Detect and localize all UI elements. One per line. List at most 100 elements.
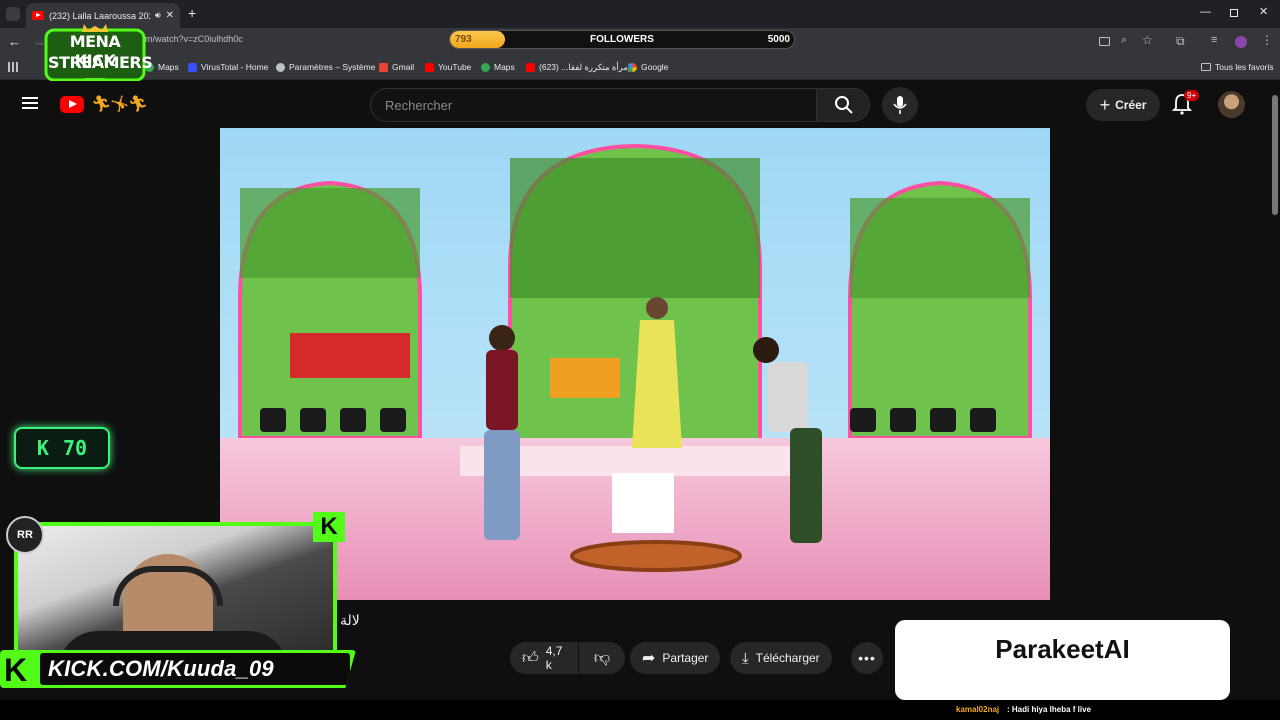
kick-channel-url: KICK.COM/Kuuda_09 [48, 656, 274, 681]
kick-viewer-counter: K 70 [14, 427, 110, 469]
search-placeholder: Rechercher [385, 98, 453, 113]
zoom-icon[interactable]: ⌕ [1121, 34, 1127, 47]
tab-search-icon[interactable] [6, 7, 20, 21]
person-left [484, 325, 520, 540]
apps-grid-icon[interactable] [8, 62, 18, 72]
youtube-logo-icon[interactable] [60, 96, 84, 113]
bookmark-google[interactable]: Google [628, 62, 668, 72]
bookmark-parametres[interactable]: Paramètres – Système [276, 62, 375, 72]
bookmark-arabic-video[interactable]: إمرأة متكررة لفقا... (623) [526, 62, 630, 73]
chat-username: kamal02naj [956, 705, 1000, 714]
virustotal-icon [188, 62, 197, 72]
browser-menu-icon[interactable]: ⋮ [1261, 33, 1273, 47]
bookmark-label: إمرأة متكررة لفقا... (623) [539, 62, 631, 72]
like-count: 4,7 k [545, 644, 563, 672]
bookmark-label: Maps [494, 62, 515, 72]
parakeetai-ad-card[interactable]: ParakeetAI [895, 620, 1230, 700]
parakeetai-title: ParakeetAI [995, 634, 1130, 664]
profile-icon[interactable] [1235, 36, 1247, 48]
like-button[interactable]: 👍︎ 4,7 k [510, 642, 578, 674]
all-favorites[interactable]: Tous les favoris [1201, 62, 1274, 72]
kick-channel-banner: K KICK.COM/Kuuda_09 [0, 650, 356, 688]
bookmark-label: Paramètres – Système [289, 62, 376, 72]
close-window-icon[interactable]: ✕ [1259, 5, 1268, 18]
bookmark-virustotal[interactable]: VirusTotal - Home [188, 62, 268, 72]
streamer-webcam [14, 522, 337, 662]
url-text[interactable]: om/watch?v=zC0iulhdh0c [140, 34, 243, 44]
download-label: Télécharger [755, 651, 820, 665]
bookmark-gmail[interactable]: Gmail [379, 62, 414, 72]
minimize-icon[interactable]: — [1200, 6, 1211, 18]
more-actions-button[interactable]: ••• [851, 642, 883, 674]
account-avatar[interactable] [1218, 91, 1245, 118]
bookmark-maps-2[interactable]: Maps [481, 62, 515, 72]
maps-icon [481, 62, 490, 72]
kick-logo-icon: K [4, 652, 28, 688]
close-tab-icon[interactable]: ✕ [166, 10, 174, 21]
bookmark-label: YouTube [438, 62, 472, 72]
bookmark-label: VirusTotal - Home [201, 62, 269, 72]
reading-list-icon[interactable]: ≡ [1211, 34, 1217, 46]
create-button[interactable]: + Créer [1086, 89, 1160, 121]
tab-title: (232) Lalla Laaroussa 2026 | [49, 10, 150, 21]
youtube-header: 🏃︎🤸︎🏃︎ Rechercher + Créer 9+ [0, 81, 1270, 128]
back-icon[interactable]: ← [8, 34, 21, 49]
kick-cam-badge: K [313, 512, 345, 542]
bookmarks-bar: Maps VirusTotal - Home Paramètres – Syst… [0, 56, 1280, 80]
share-button[interactable]: ➦ Partager [630, 642, 721, 674]
microphone-icon [893, 96, 907, 114]
new-tab-icon[interactable]: + [188, 5, 196, 21]
search-input[interactable]: Rechercher [370, 88, 817, 122]
thumbs-down-icon: 👎︎ [593, 649, 611, 667]
bookmark-label: Google [641, 62, 669, 72]
left-arch [238, 180, 422, 440]
favorites-label: Tous les favoris [1215, 62, 1274, 72]
dislike-button[interactable]: 👎︎ [579, 642, 625, 674]
followers-goal-bar: 793 FOLLOWERS 5000 [449, 30, 795, 49]
logo-line2: STREAMERS [48, 53, 153, 72]
bookmark-star-icon[interactable]: ☆ [1142, 33, 1153, 47]
chat-message: : Hadi hiya lheba f live [1007, 705, 1092, 714]
youtube-icon [425, 62, 434, 72]
mena-kick-streamers-logo: MENA KICK STREAMERS [44, 22, 153, 88]
channel-round-logo: RR [6, 516, 44, 554]
youtube-favicon-icon [32, 11, 44, 20]
kick-k-icon: K [36, 436, 49, 460]
download-icon: ⤓ [742, 649, 749, 667]
right-arch [848, 180, 1032, 440]
scrollbar-thumb[interactable] [1272, 95, 1278, 215]
more-horizontal-icon: ••• [858, 650, 876, 666]
gear-icon [276, 62, 285, 72]
create-label: Créer [1115, 98, 1147, 112]
video-title-fragment: لالة [340, 612, 360, 628]
restore-icon[interactable] [1230, 9, 1238, 17]
hamburger-menu-icon[interactable] [22, 97, 38, 109]
voice-search-button[interactable] [882, 87, 918, 123]
youtube-icon [526, 63, 535, 72]
share-arrow-icon: ➦ [642, 650, 656, 667]
followers-goal: 5000 [767, 34, 790, 45]
notification-badge: 9+ [1184, 90, 1200, 101]
plus-icon: + [1099, 94, 1111, 115]
viewer-count: 70 [62, 436, 88, 460]
search-button[interactable] [816, 88, 870, 122]
headphones-icon [113, 566, 223, 606]
download-button[interactable]: ⤓ Télécharger [730, 642, 832, 674]
google-icon [628, 62, 637, 72]
thumbs-up-icon: 👍︎ [522, 649, 539, 667]
bookmark-youtube[interactable]: YouTube [425, 62, 471, 72]
doodle-figures-icon: 🏃︎🤸︎🏃︎ [91, 96, 148, 113]
speaker-icon[interactable]: 🔊︎ [155, 10, 161, 21]
bookmark-label: Maps [158, 62, 179, 72]
share-label: Partager [662, 651, 709, 665]
search-icon [835, 96, 853, 114]
extensions-icon[interactable]: ⧉ [1176, 34, 1185, 49]
folder-icon [1201, 63, 1211, 71]
chat-ticker: kamal02naj : Hadi hiya lheba f live [0, 700, 1280, 720]
notifications-button[interactable]: 9+ [1171, 90, 1200, 115]
bookmark-label: Gmail [392, 62, 415, 72]
gmail-icon [379, 62, 388, 72]
followers-label: FOLLOWERS [590, 34, 654, 45]
browser-tab-bar: (232) Lalla Laaroussa 2026 | 🔊︎ ✕ + — ✕ [0, 0, 1280, 28]
cast-icon[interactable] [1099, 37, 1110, 46]
